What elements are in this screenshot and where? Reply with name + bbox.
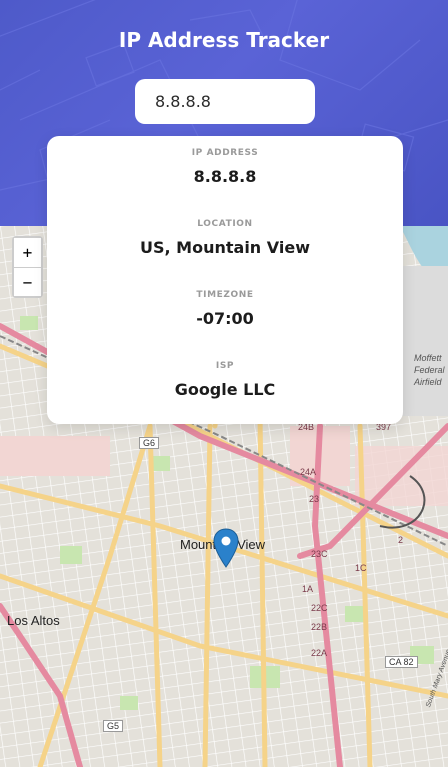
isp-value: Google LLC [174,380,276,399]
timezone-label: TIMEZONE [196,290,254,300]
map-label-airfield-1: Moffett [414,353,442,363]
exit-1c: 1C [355,563,367,573]
map-label-los-altos: Los Altos [7,613,60,628]
exit-24a: 24A [300,467,317,477]
zoom-out-button[interactable]: − [14,267,41,296]
app-title: IP Address Tracker [118,28,330,52]
road-shield-g5: G5 [103,720,124,732]
timezone-value: -07:00 [196,309,254,328]
ip-info-card: IP ADDRESS 8.8.8.8 LOCATION US, Mountain… [47,136,403,424]
exit-23: 23 [309,494,320,504]
exit-22c: 22C [311,603,328,613]
isp-section: ISP Google LLC [47,361,403,399]
location-section: LOCATION US, Mountain View [47,219,403,257]
map-label-airfield-2: Federal [414,365,445,375]
ip-search-form: > [135,79,315,124]
map-pin-icon[interactable] [213,528,239,568]
map-label-airfield-3: Airfield [414,377,442,387]
exit-2: 2 [398,535,404,545]
timezone-section: TIMEZONE -07:00 [47,290,403,328]
exit-23c: 23C [311,549,328,559]
location-label: LOCATION [197,219,253,229]
ip-address-value: 8.8.8.8 [193,167,257,186]
zoom-in-button[interactable]: + [14,238,41,267]
zoom-control: + − [12,236,43,298]
ip-search-input[interactable] [135,79,315,124]
isp-label: ISP [215,361,235,371]
ip-address-section: IP ADDRESS 8.8.8.8 [47,148,403,186]
exit-22a: 22A [311,648,328,658]
exit-22b: 22B [311,622,328,632]
ip-address-label: IP ADDRESS [191,148,259,158]
road-shield-ca82: CA 82 [385,656,418,668]
road-shield-g6: G6 [139,437,160,449]
exit-1a: 1A [302,584,314,594]
location-value: US, Mountain View [140,238,310,257]
